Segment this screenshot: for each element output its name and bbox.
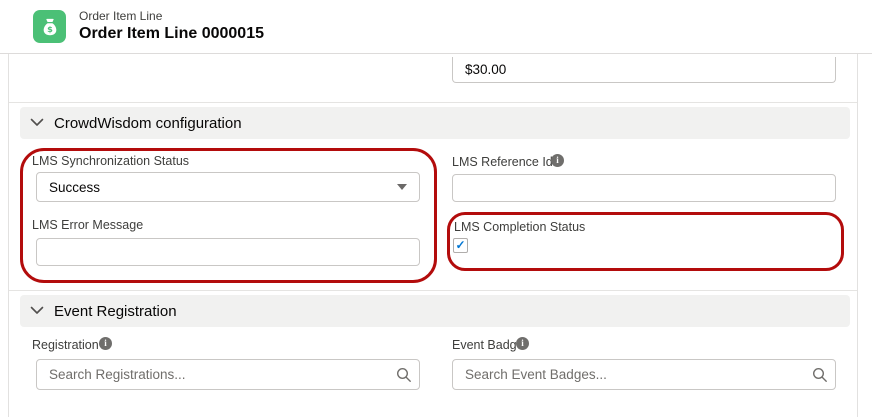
search-icon[interactable] bbox=[396, 367, 412, 388]
section-title-event-registration: Event Registration bbox=[54, 303, 177, 320]
section-title-crowdwisdom: CrowdWisdom configuration bbox=[54, 115, 242, 132]
order-item-moneybag-icon: $ bbox=[33, 10, 66, 43]
lms-completion-status-label: LMS Completion Status bbox=[454, 220, 585, 234]
event-badge-search-input[interactable] bbox=[452, 359, 836, 390]
chevron-down-icon[interactable] bbox=[30, 302, 44, 320]
lms-error-message-label: LMS Error Message bbox=[32, 218, 143, 232]
registration-search-input[interactable] bbox=[36, 359, 420, 390]
record-header: $ Order Item Line Order Item Line 000001… bbox=[0, 0, 872, 54]
info-icon[interactable]: i bbox=[99, 337, 112, 350]
chevron-down-icon[interactable] bbox=[30, 114, 44, 132]
section-header-event-registration[interactable]: Event Registration bbox=[20, 295, 850, 327]
card-right-border bbox=[857, 54, 858, 417]
svg-text:$: $ bbox=[47, 23, 53, 33]
section-header-crowdwisdom[interactable]: CrowdWisdom configuration bbox=[20, 107, 850, 139]
record-title: Order Item Line 0000015 bbox=[79, 25, 264, 43]
lms-sync-status-combobox[interactable]: Success bbox=[36, 172, 420, 202]
lms-error-message-input[interactable] bbox=[36, 238, 420, 266]
lms-reference-id-input[interactable] bbox=[452, 174, 836, 202]
object-label: Order Item Line bbox=[79, 10, 264, 24]
card-left-border bbox=[8, 54, 9, 417]
section-divider bbox=[9, 290, 857, 291]
event-badge-label: Event Badge bbox=[452, 338, 524, 352]
info-icon[interactable]: i bbox=[516, 337, 529, 350]
lms-sync-status-label: LMS Synchronization Status bbox=[32, 154, 189, 168]
checkmark-icon: ✓ bbox=[455, 239, 465, 251]
info-icon[interactable]: i bbox=[551, 154, 564, 167]
lms-completion-status-checkbox[interactable]: ✓ bbox=[453, 238, 468, 253]
order-item-line-record-page: $ Order Item Line Order Item Line 000001… bbox=[0, 0, 872, 417]
section-divider bbox=[9, 102, 857, 103]
price-field[interactable] bbox=[452, 57, 836, 83]
lms-reference-id-label: LMS Reference Id bbox=[452, 155, 553, 169]
combobox-caret-icon bbox=[397, 184, 407, 190]
record-header-text: Order Item Line Order Item Line 0000015 bbox=[79, 10, 264, 43]
registration-label: Registration bbox=[32, 338, 99, 352]
search-icon[interactable] bbox=[812, 367, 828, 388]
lms-sync-status-value: Success bbox=[49, 180, 100, 195]
